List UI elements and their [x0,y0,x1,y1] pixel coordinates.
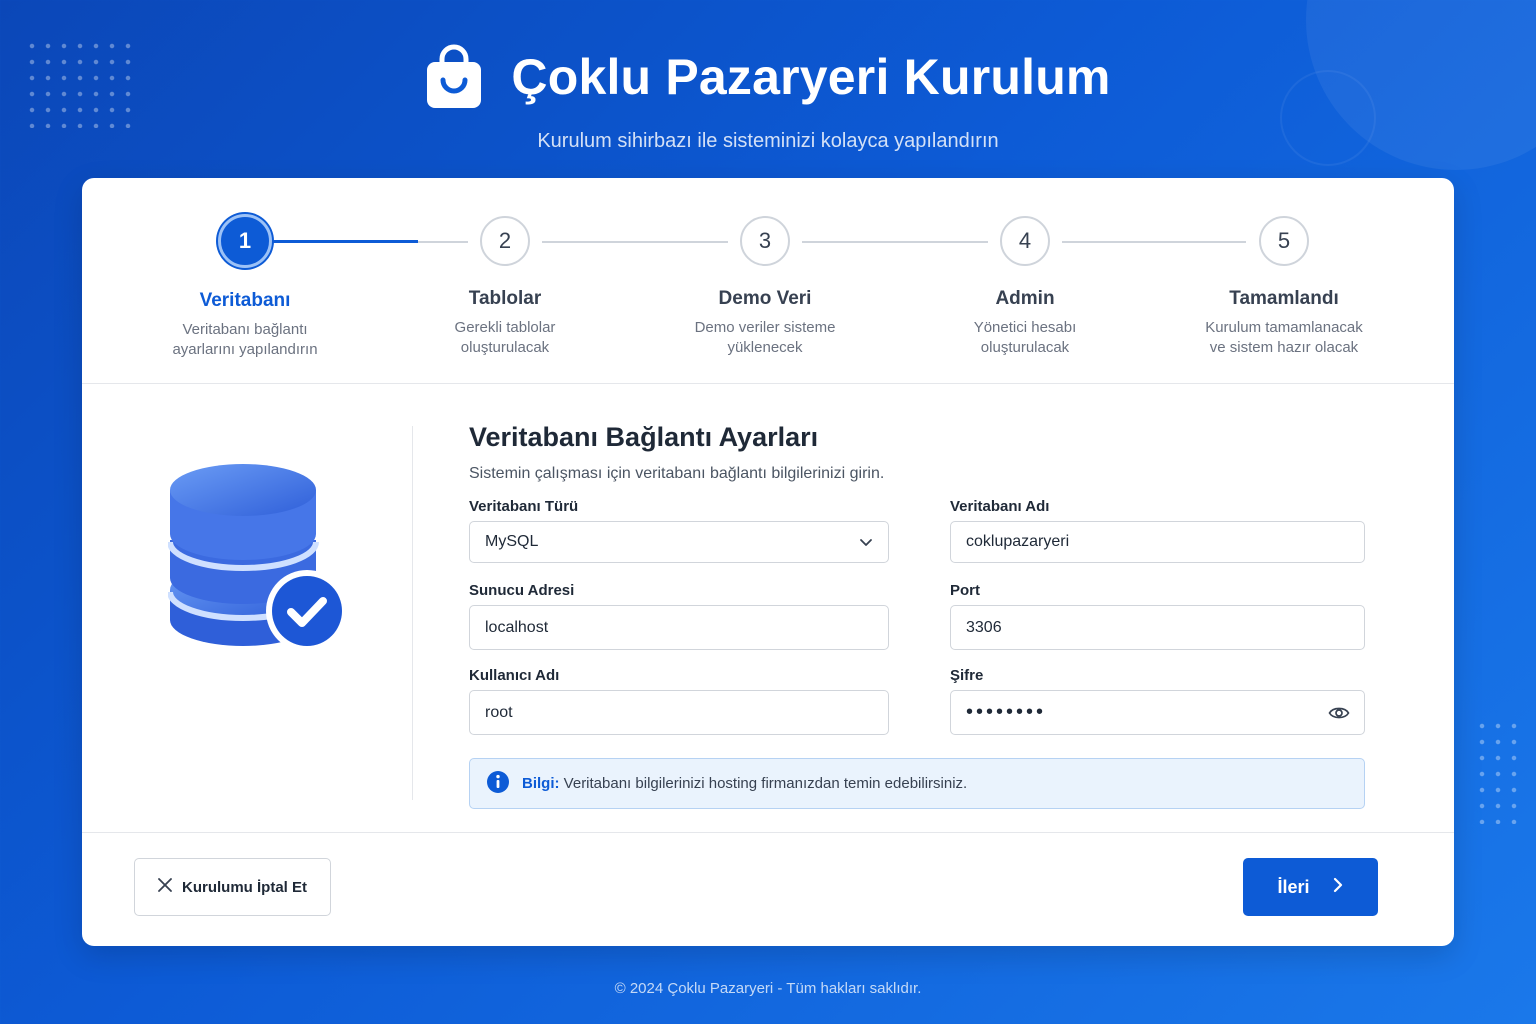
port-label: Port [950,582,980,599]
copyright-text: © 2024 Çoklu Pazaryeri - Tüm hakları sak… [614,980,922,997]
db-name-input[interactable]: coklupazaryeri [950,521,1365,563]
chevron-right-icon [1332,877,1344,898]
cancel-button-label: Kurulumu İptal Et [182,878,307,896]
info-alert: Bilgi: Veritabanı bilgilerinizi hosting … [469,758,1365,809]
database-check-icon [167,462,348,654]
host-input[interactable]: localhost [469,605,889,650]
host-label: Sunucu Adresi [469,582,575,599]
username-field: Kullanıcı Adı root [469,667,889,735]
step-description-line: ve sistem hazır olacak [1209,339,1359,356]
info-text: Veritabanı bilgilerinizi hosting firmanı… [563,775,968,792]
step-number: 2 [480,216,530,266]
username-input[interactable]: root [469,690,889,735]
step-description: Yönetici hesabı oluşturulacak [925,318,1125,358]
step-description-line: Demo veriler sisteme [694,319,836,336]
close-icon [158,878,172,896]
step-description-line: oluşturulacak [980,339,1070,356]
page-header: Çoklu Pazaryeri Kurulum Kurulum sihirbaz… [0,44,1536,153]
host-field: Sunucu Adresi localhost [469,582,889,650]
eye-icon[interactable] [1328,705,1350,721]
step-tables[interactable]: 2 Tablolar Gerekli tablolar oluşturulaca… [405,216,605,358]
step-description-line: Gerekli tablolar [454,319,556,336]
db-name-field: Veritabanı Adı coklupazaryeri [950,498,1365,563]
chevron-down-icon [858,534,874,550]
step-description: Veritabanı bağlantı ayarlarını yapılandı… [145,320,345,360]
shopping-bag-icon [425,44,483,110]
next-button-label: İleri [1277,876,1310,897]
step-title: Admin [995,288,1055,309]
step-description: Gerekli tablolar oluşturulacak [405,318,605,358]
step-description-line: ayarlarını yapılandırın [172,341,318,358]
password-value: •••••••• [966,701,1047,723]
database-settings-form: Veritabanı Bağlantı Ayarları Sistemin ça… [469,422,1365,483]
step-description-line: oluşturulacak [460,339,550,356]
username-label: Kullanıcı Adı [469,667,560,684]
wizard-stepper: 1 Veritabanı Veritabanı bağlantı ayarlar… [82,178,1454,384]
db-type-value: MySQL [485,533,539,550]
port-input[interactable]: 3306 [950,605,1365,650]
step-description-line: yüklenecek [727,339,803,356]
vertical-divider [412,426,413,800]
form-description: Sistemin çalışması için veritabanı bağla… [469,465,885,482]
step-number: 4 [1000,216,1050,266]
step-demo-data[interactable]: 3 Demo Veri Demo veriler sisteme yüklene… [665,216,865,358]
dot-pattern [1474,718,1526,824]
port-field: Port 3306 [950,582,1365,650]
password-input[interactable]: •••••••• [950,690,1365,735]
db-type-label: Veritabanı Türü [469,498,579,515]
page-subtitle: Kurulum sihirbazı ile sisteminizi kolayc… [537,130,999,152]
step-number: 5 [1259,216,1309,266]
step-description-line: Veritabanı bağlantı [182,321,308,338]
step-description-line: Yönetici hesabı [973,319,1077,336]
username-value: root [485,703,513,721]
info-label: Bilgi: [522,775,560,792]
setup-wizard-card: 1 Veritabanı Veritabanı bağlantı ayarlar… [82,178,1454,946]
page-title: Çoklu Pazaryeri Kurulum [511,49,1111,105]
next-button[interactable]: İleri [1243,858,1378,916]
step-number: 3 [740,216,790,266]
step-description: Kurulum tamamlanacak ve sistem hazır ola… [1184,318,1384,358]
db-type-field: Veritabanı Türü MySQL [469,498,889,563]
info-icon [486,770,510,798]
db-type-select[interactable]: MySQL [469,521,889,563]
cancel-setup-button[interactable]: Kurulumu İptal Et [134,858,331,916]
step-database[interactable]: 1 Veritabanı Veritabanı bağlantı ayarlar… [145,214,345,360]
step-title: Veritabanı [199,290,291,311]
form-title: Veritabanı Bağlantı Ayarları [469,422,819,452]
host-value: localhost [485,618,549,636]
db-name-label: Veritabanı Adı [950,498,1050,515]
step-description: Demo veriler sisteme yüklenecek [665,318,865,358]
step-description-line: Kurulum tamamlanacak [1205,319,1363,336]
password-field: Şifre •••••••• [950,667,1365,735]
step-admin[interactable]: 4 Admin Yönetici hesabı oluşturulacak [925,216,1125,358]
step-title: Tamamlandı [1229,288,1339,309]
step-title: Tablolar [468,288,542,309]
port-value: 3306 [966,618,1002,636]
step-number: 1 [218,214,272,268]
step-title: Demo Veri [718,288,812,309]
step-complete[interactable]: 5 Tamamlandı Kurulum tamamlanacak ve sis… [1184,216,1384,358]
password-label: Şifre [950,667,984,684]
db-name-value: coklupazaryeri [966,533,1070,550]
footer-divider [82,832,1454,833]
